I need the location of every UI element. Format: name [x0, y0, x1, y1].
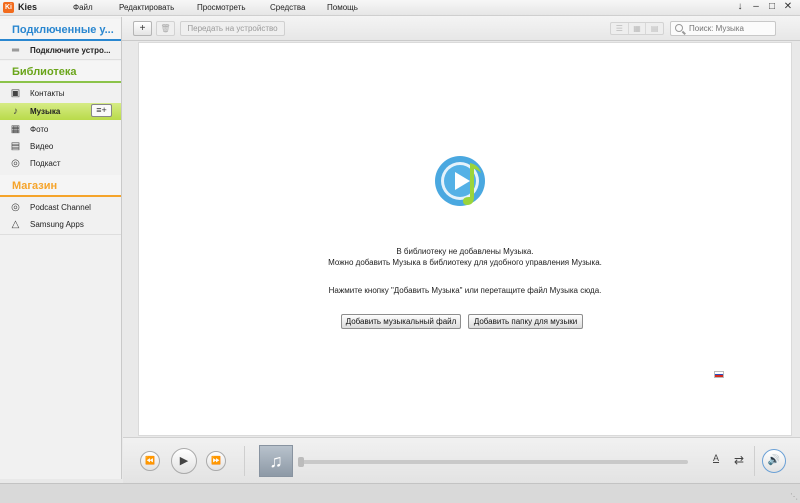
- photo-icon: ▦: [10, 124, 21, 135]
- podcast-icon: ◎: [11, 158, 20, 169]
- app-title: Kies: [18, 2, 38, 12]
- samsung-apps-icon: △: [11, 219, 20, 230]
- add-music-folder-button[interactable]: Добавить папку для музыки: [468, 314, 583, 329]
- list-view-icon[interactable]: ☰: [611, 23, 629, 34]
- progress-bar[interactable]: [298, 457, 688, 467]
- music-library-icon: [435, 156, 485, 206]
- download-icon[interactable]: ↓: [733, 1, 747, 14]
- divider: [754, 446, 755, 476]
- delete-button[interactable]: 🗑: [156, 21, 175, 36]
- add-button[interactable]: +: [133, 21, 152, 36]
- menu-file[interactable]: Файл: [73, 3, 93, 12]
- sidebar-item-label: Музыка: [30, 107, 61, 116]
- sidebar-item-contacts[interactable]: ▣ Контакты: [0, 85, 121, 102]
- divider: [244, 446, 245, 476]
- player-bar: ⏪ ▶ ⏩ ♫ A ⇄ 🔊: [123, 437, 800, 483]
- sidebar-item-samsung-apps[interactable]: △ Samsung Apps: [0, 216, 121, 233]
- view-mode-group: ☰ ▦ ▤: [610, 22, 664, 35]
- sidebar-item-label: Podcast Channel: [30, 203, 91, 212]
- add-playlist-button[interactable]: ≡+: [91, 104, 112, 117]
- previous-track-button[interactable]: ⏪: [140, 451, 160, 471]
- sidebar-item-label: Фото: [30, 125, 49, 134]
- next-track-button[interactable]: ⏩: [206, 451, 226, 471]
- menu-view[interactable]: Просмотреть: [197, 3, 246, 12]
- sidebar-item-photo[interactable]: ▦ Фото: [0, 121, 121, 138]
- close-button[interactable]: ✕: [781, 1, 795, 14]
- contacts-icon: ▣: [10, 88, 21, 99]
- maximize-button[interactable]: □: [765, 1, 779, 14]
- grid-view-icon[interactable]: ▦: [629, 23, 647, 34]
- sidebar-item-label: Подкаст: [30, 159, 61, 168]
- usb-cable-icon: ═: [11, 45, 20, 56]
- search-icon: [675, 24, 683, 32]
- resize-grip-icon[interactable]: ⋱: [790, 492, 798, 501]
- connected-devices-header: Подключенные у...: [0, 19, 121, 41]
- volume-button[interactable]: 🔊: [762, 449, 786, 473]
- add-music-file-button[interactable]: Добавить музыкальный файл: [341, 314, 461, 329]
- title-bar: Ki Kies Файл Редактировать Просмотреть С…: [0, 0, 800, 16]
- menu-edit[interactable]: Редактировать: [119, 3, 174, 12]
- sidebar-item-label: Samsung Apps: [30, 220, 84, 229]
- music-note-icon: ♪: [13, 106, 18, 117]
- sidebar-item-video[interactable]: ▤ Видео: [0, 138, 121, 155]
- search-input[interactable]: [689, 23, 773, 34]
- menu-help[interactable]: Помощь: [327, 3, 358, 12]
- sidebar-item-podcast-channel[interactable]: ◎ Podcast Channel: [0, 199, 121, 216]
- empty-message-line-3: Нажмите кнопку "Добавить Музыка" или пер…: [328, 286, 602, 295]
- kies-logo-icon: Ki: [3, 2, 14, 13]
- play-button[interactable]: ▶: [171, 448, 197, 474]
- menu-tools[interactable]: Средства: [270, 3, 305, 12]
- sidebar-item-podcast[interactable]: ◎ Подкаст: [0, 155, 121, 172]
- lyrics-text-icon[interactable]: A: [713, 453, 719, 463]
- search-box[interactable]: [670, 21, 776, 36]
- video-icon: ▤: [10, 141, 21, 152]
- store-header: Магазин: [0, 175, 121, 197]
- empty-message-line-2: Можно добавить Музыка в библиотеку для у…: [328, 258, 602, 267]
- album-art-placeholder-icon: ♫: [259, 445, 293, 477]
- main-content: В библиотеку не добавлены Музыка. Можно …: [138, 42, 792, 436]
- podcast-icon: ◎: [11, 202, 20, 213]
- status-bar: ⋱: [0, 483, 800, 503]
- library-header: Библиотека: [0, 61, 121, 83]
- divider: [0, 59, 121, 60]
- progress-handle[interactable]: [298, 457, 304, 467]
- minimize-button[interactable]: –: [749, 1, 763, 14]
- sidebar: Подключенные у... ═ Подключите устро... …: [0, 17, 122, 479]
- shuffle-icon[interactable]: ⇄: [734, 453, 744, 467]
- sidebar-item-label: Видео: [30, 142, 54, 151]
- russian-flag-icon[interactable]: [714, 371, 724, 378]
- detail-view-icon[interactable]: ▤: [646, 23, 663, 34]
- divider: [0, 234, 121, 235]
- connect-device-label: Подключите устро...: [30, 46, 111, 55]
- sidebar-item-label: Контакты: [30, 89, 65, 98]
- connect-device-item[interactable]: ═ Подключите устро...: [0, 42, 121, 59]
- empty-message-line-1: В библиотеку не добавлены Музыка.: [396, 247, 534, 256]
- transfer-to-device-button[interactable]: Передать на устройство: [180, 21, 285, 36]
